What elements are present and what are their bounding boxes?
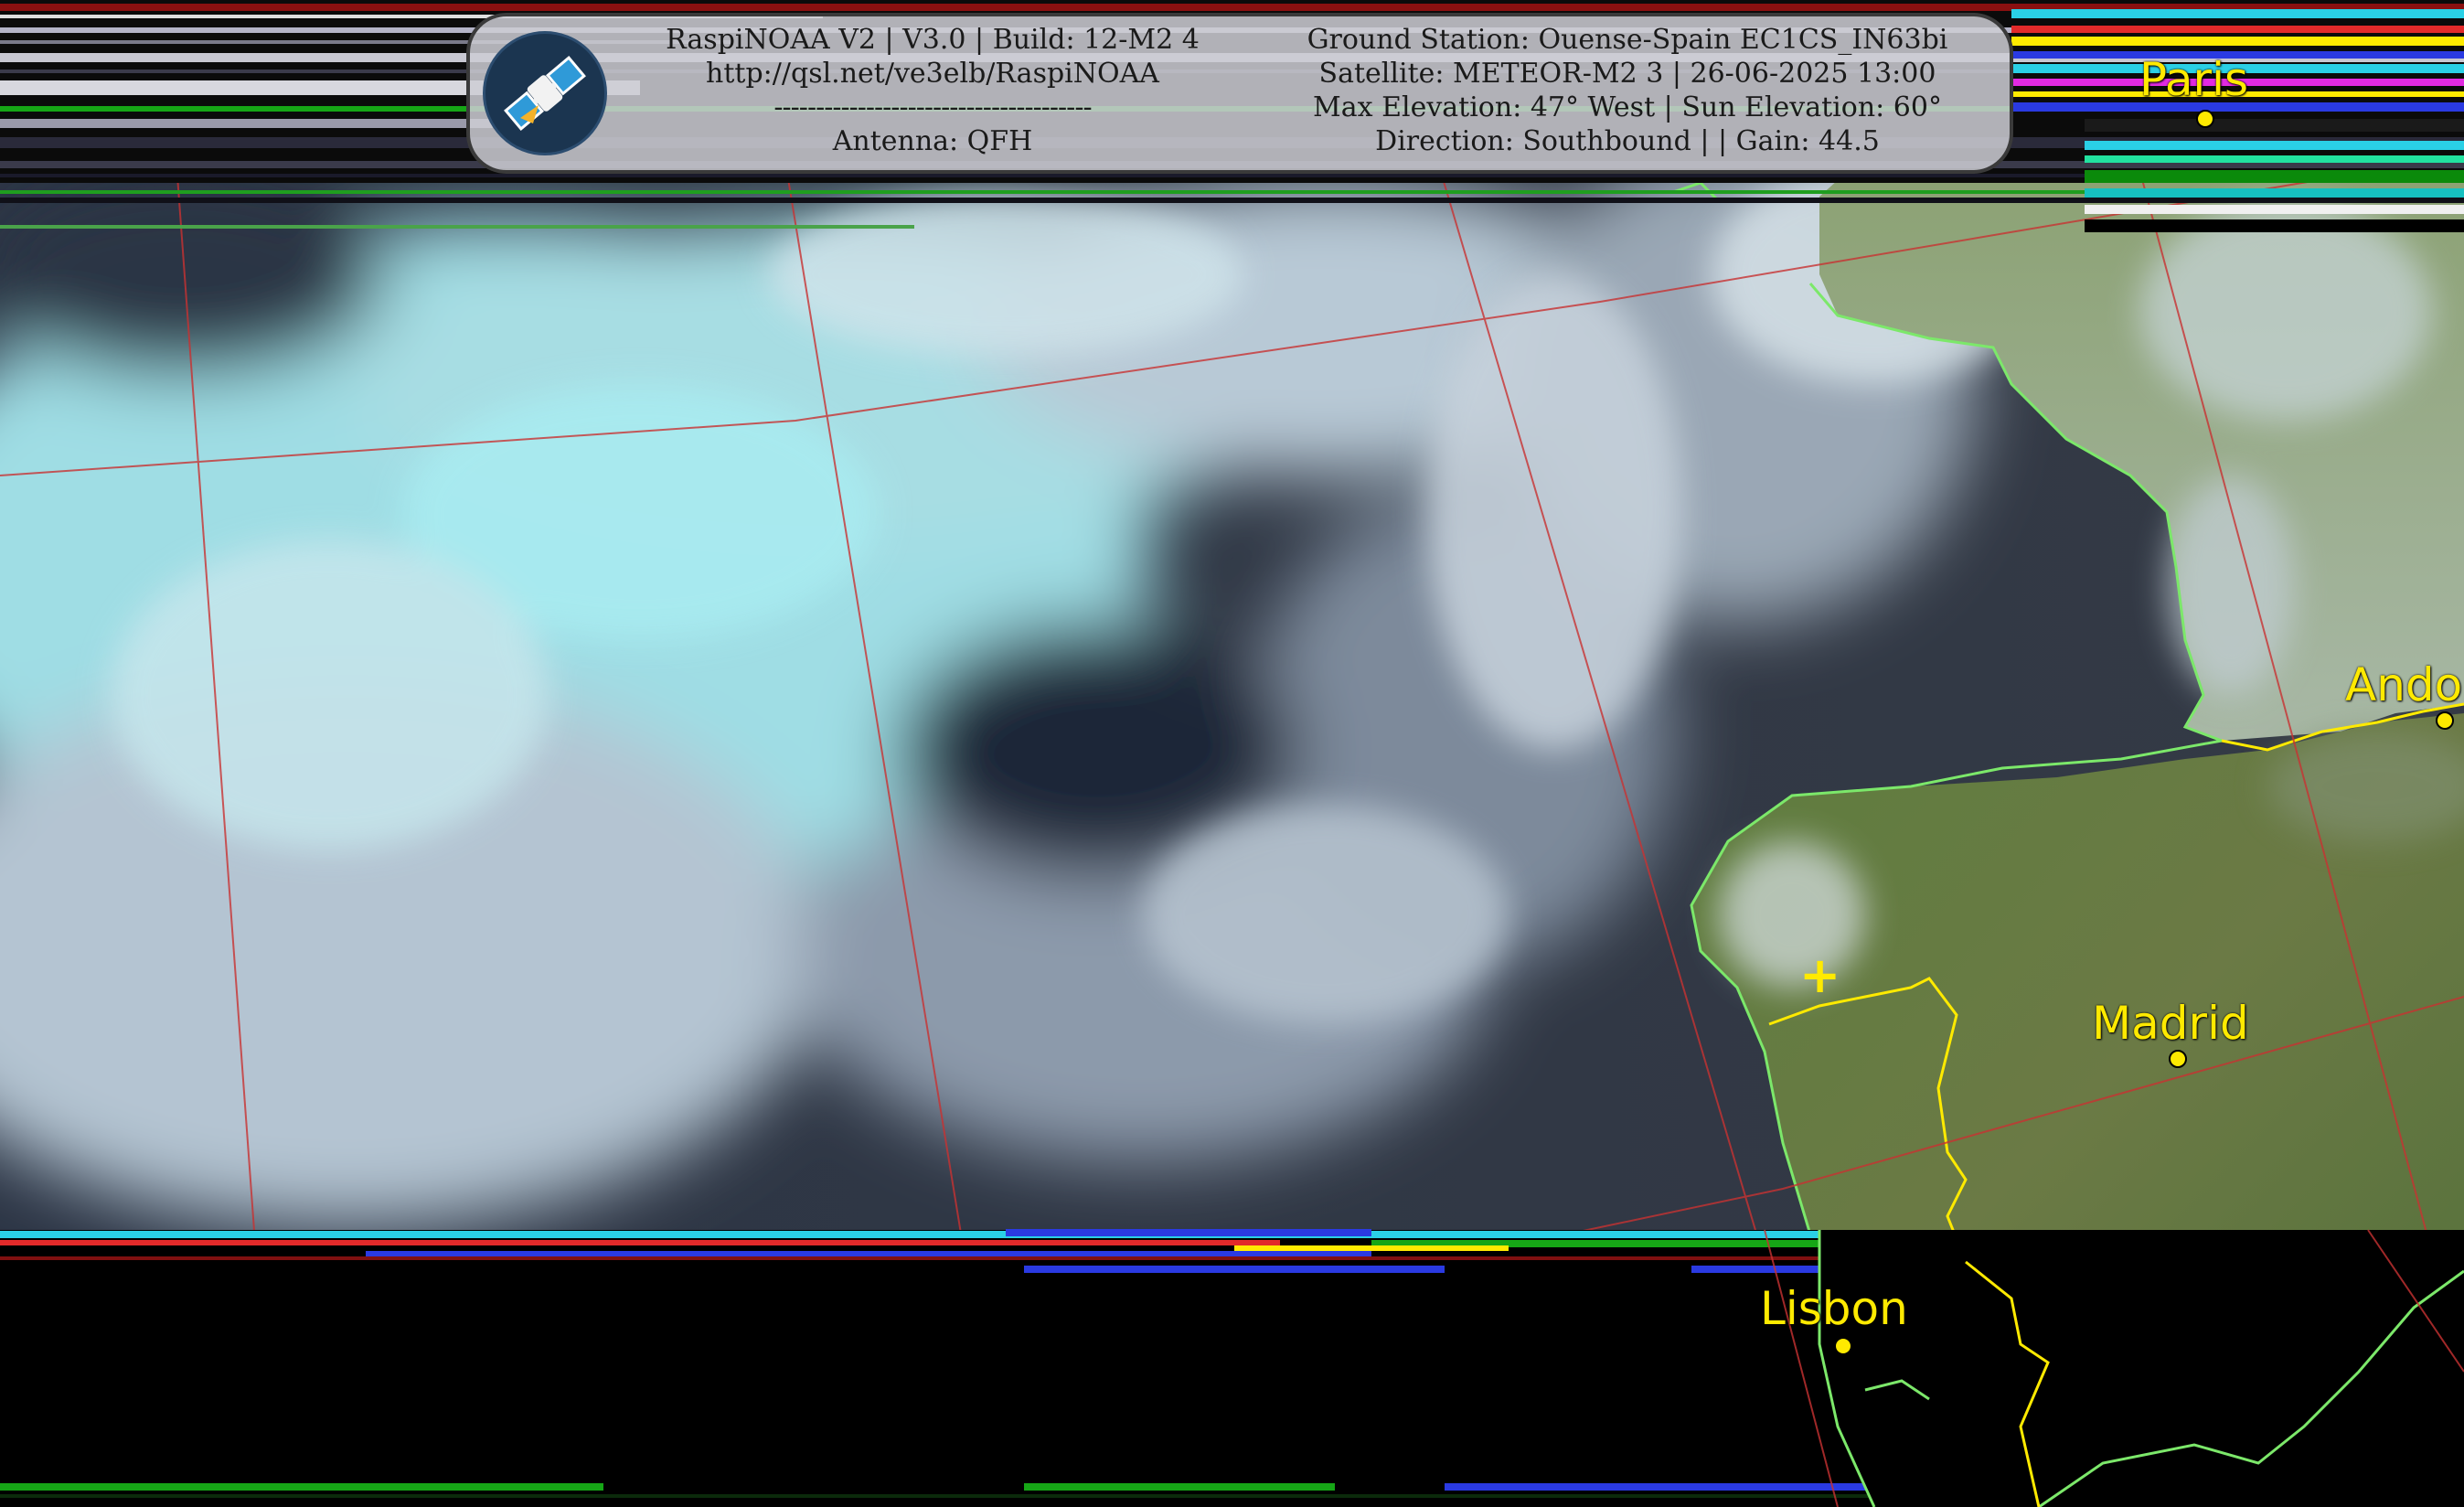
city-label-ando: Ando: [2345, 658, 2463, 711]
direction-gain: Direction: Southbound | | Gain: 44.5: [1375, 125, 1880, 157]
satellite-icon: [483, 31, 607, 155]
city-dot-ando: [2436, 711, 2454, 730]
antenna: Antenna: QFH: [832, 125, 1033, 157]
app-version: RaspiNOAA V2 | V3.0 | Build: 12-M2 4: [666, 24, 1200, 56]
satellite-pass: Satellite: METEOR-M2 3 | 26-06-2025 13:0…: [1318, 58, 1936, 90]
satellite-map: [0, 0, 2464, 1507]
land-over-band: [1764, 1229, 2464, 1507]
city-dot-lisbon: [1834, 1337, 1852, 1355]
info-left: RaspiNOAA V2 | V3.0 | Build: 12-M2 4 htt…: [631, 23, 1234, 158]
city-label-paris: Paris: [2139, 53, 2249, 106]
elevation: Max Elevation: 47° West | Sun Elevation:…: [1313, 91, 1942, 123]
plus-marker-icon: +: [1799, 946, 1841, 1004]
separator: --------------------------------------: [773, 91, 1092, 123]
city-label-lisbon: Lisbon: [1760, 1282, 1908, 1335]
project-link[interactable]: http://qsl.net/ve3elb/RaspiNOAA: [631, 57, 1234, 91]
city-dot-paris: [2196, 110, 2214, 128]
city-label-madrid: Madrid: [2092, 997, 2249, 1050]
info-right: Ground Station: Ouense-Spain EC1CS_IN63b…: [1253, 23, 2002, 158]
ground-station: Ground Station: Ouense-Spain EC1CS_IN63b…: [1307, 24, 1948, 56]
city-dot-madrid: [2169, 1050, 2187, 1068]
